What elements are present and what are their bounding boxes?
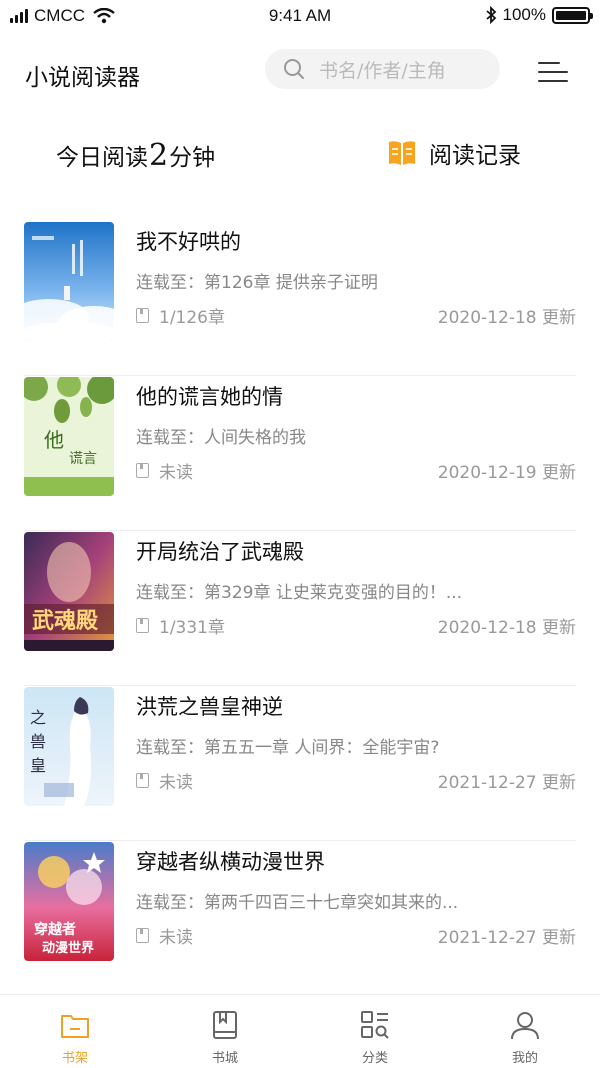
reading-history-label: 阅读记录 (429, 143, 521, 169)
profile-icon (511, 1012, 539, 1040)
bluetooth-icon (485, 6, 496, 24)
book-update-date: 2021-12-27 更新 (437, 773, 576, 793)
app-title: 小说阅读器 (25, 65, 140, 91)
battery-info: 100% (485, 5, 593, 25)
book-update-date: 2021-12-27 更新 (437, 928, 576, 948)
book-title: 穿越者纵横动漫世界 (136, 850, 325, 874)
today-reading-time: 今日阅读 2 分钟 (56, 138, 215, 173)
reading-history-button[interactable]: 阅读记录 (387, 136, 521, 170)
book-cover: 穿越者 动漫世界 (24, 842, 114, 961)
book-progress: 未读 (136, 923, 193, 948)
today-prefix: 今日阅读 (56, 145, 148, 171)
bookmark-icon (136, 463, 149, 478)
tab-label: 书城 (211, 1051, 238, 1066)
book-update-date: 2020-12-18 更新 (437, 308, 576, 328)
book-progress: 未读 (136, 458, 193, 483)
book-item[interactable]: 我不好哄的 连载至：第126章 提供亲子证明 1/126章 2020-12-18… (24, 222, 576, 376)
tab-bookstore[interactable]: 书城 (185, 1009, 265, 1066)
book-latest-chapter: 连载至：第五五一章 人间界：全能宇宙? (136, 738, 440, 758)
reading-summary: 今日阅读 2 分钟 阅读记录 (0, 132, 600, 178)
book-progress: 1/126章 (136, 303, 225, 328)
tab-label: 我的 (511, 1051, 538, 1066)
tab-profile[interactable]: 我的 (485, 1009, 565, 1066)
book-progress-text: 1/126章 (159, 308, 225, 328)
book-progress: 未读 (136, 768, 193, 793)
book-progress-text: 未读 (159, 773, 193, 793)
book-latest-chapter: 连载至：第两千四百三十七章突如其来的... (136, 893, 459, 913)
svg-text:穿越者: 穿越者 (34, 921, 76, 938)
svg-text:皇: 皇 (30, 756, 46, 775)
tab-label: 分类 (361, 1051, 388, 1066)
search-icon (284, 59, 304, 79)
battery-icon (552, 6, 593, 24)
book-cover: 他 谎言 (24, 377, 114, 496)
app-header: 小说阅读器 书名/作者/主角 (0, 44, 600, 100)
book-progress-text: 未读 (159, 463, 193, 483)
svg-text:武魂殿: 武魂殿 (32, 608, 99, 634)
svg-text:他: 他 (44, 428, 64, 452)
menu-icon[interactable] (538, 60, 568, 84)
book-progress-text: 1/331章 (159, 618, 225, 638)
battery-percent: 100% (502, 5, 546, 24)
bookmark-icon (136, 928, 149, 943)
book-progress-text: 未读 (159, 928, 193, 948)
book-title: 我不好哄的 (136, 230, 241, 254)
search-placeholder: 书名/作者/主角 (319, 59, 446, 82)
book-update-date: 2020-12-18 更新 (437, 618, 576, 638)
book-progress: 1/331章 (136, 613, 225, 638)
tab-label: 书架 (61, 1051, 88, 1066)
book-item[interactable]: 他 谎言 他的谎言她的情 连载至：人间失格的我 未读 2020-12-19 更新 (24, 377, 576, 531)
search-input[interactable]: 书名/作者/主角 (265, 49, 500, 89)
book-update-date: 2020-12-19 更新 (437, 463, 576, 483)
book-item[interactable]: 武魂殿 开局统治了武魂殿 连载至：第329章 让史莱克变强的目的！... 1/3… (24, 532, 576, 686)
bookmark-icon (136, 618, 149, 633)
bottom-tab-bar: 书架 书城 分类 我的 (0, 994, 600, 1068)
book-title: 洪荒之兽皇神逆 (136, 695, 283, 719)
svg-text:之: 之 (30, 708, 46, 727)
book-latest-chapter: 连载至：人间失格的我 (136, 428, 306, 448)
bookstore-icon (213, 1011, 237, 1039)
book-cover (24, 222, 114, 341)
book-title: 开局统治了武魂殿 (136, 540, 304, 564)
category-icon (361, 1011, 389, 1039)
book-cover: 武魂殿 (24, 532, 114, 651)
open-book-icon (389, 141, 415, 165)
today-suffix: 分钟 (169, 145, 216, 171)
tab-category[interactable]: 分类 (335, 1009, 415, 1066)
svg-text:兽: 兽 (30, 732, 46, 751)
book-item[interactable]: 之 兽 皇 洪荒之兽皇神逆 连载至：第五五一章 人间界：全能宇宙? 未读 202… (24, 687, 576, 841)
book-latest-chapter: 连载至：第126章 提供亲子证明 (136, 273, 378, 293)
book-title: 他的谎言她的情 (136, 385, 283, 409)
bookmark-icon (136, 773, 149, 788)
bookmark-icon (136, 308, 149, 323)
book-latest-chapter: 连载至：第329章 让史莱克变强的目的！... (136, 583, 463, 603)
svg-text:谎言: 谎言 (69, 451, 97, 467)
status-bar: CMCC 9:41 AM 100% (0, 0, 600, 32)
tab-bookshelf[interactable]: 书架 (35, 1009, 115, 1066)
bookshelf-icon (61, 1015, 89, 1038)
today-minutes: 2 (149, 138, 169, 173)
book-cover: 之 兽 皇 (24, 687, 114, 806)
book-item[interactable]: 穿越者 动漫世界 穿越者纵横动漫世界 连载至：第两千四百三十七章突如其来的...… (24, 842, 576, 996)
svg-text:动漫世界: 动漫世界 (42, 940, 94, 956)
